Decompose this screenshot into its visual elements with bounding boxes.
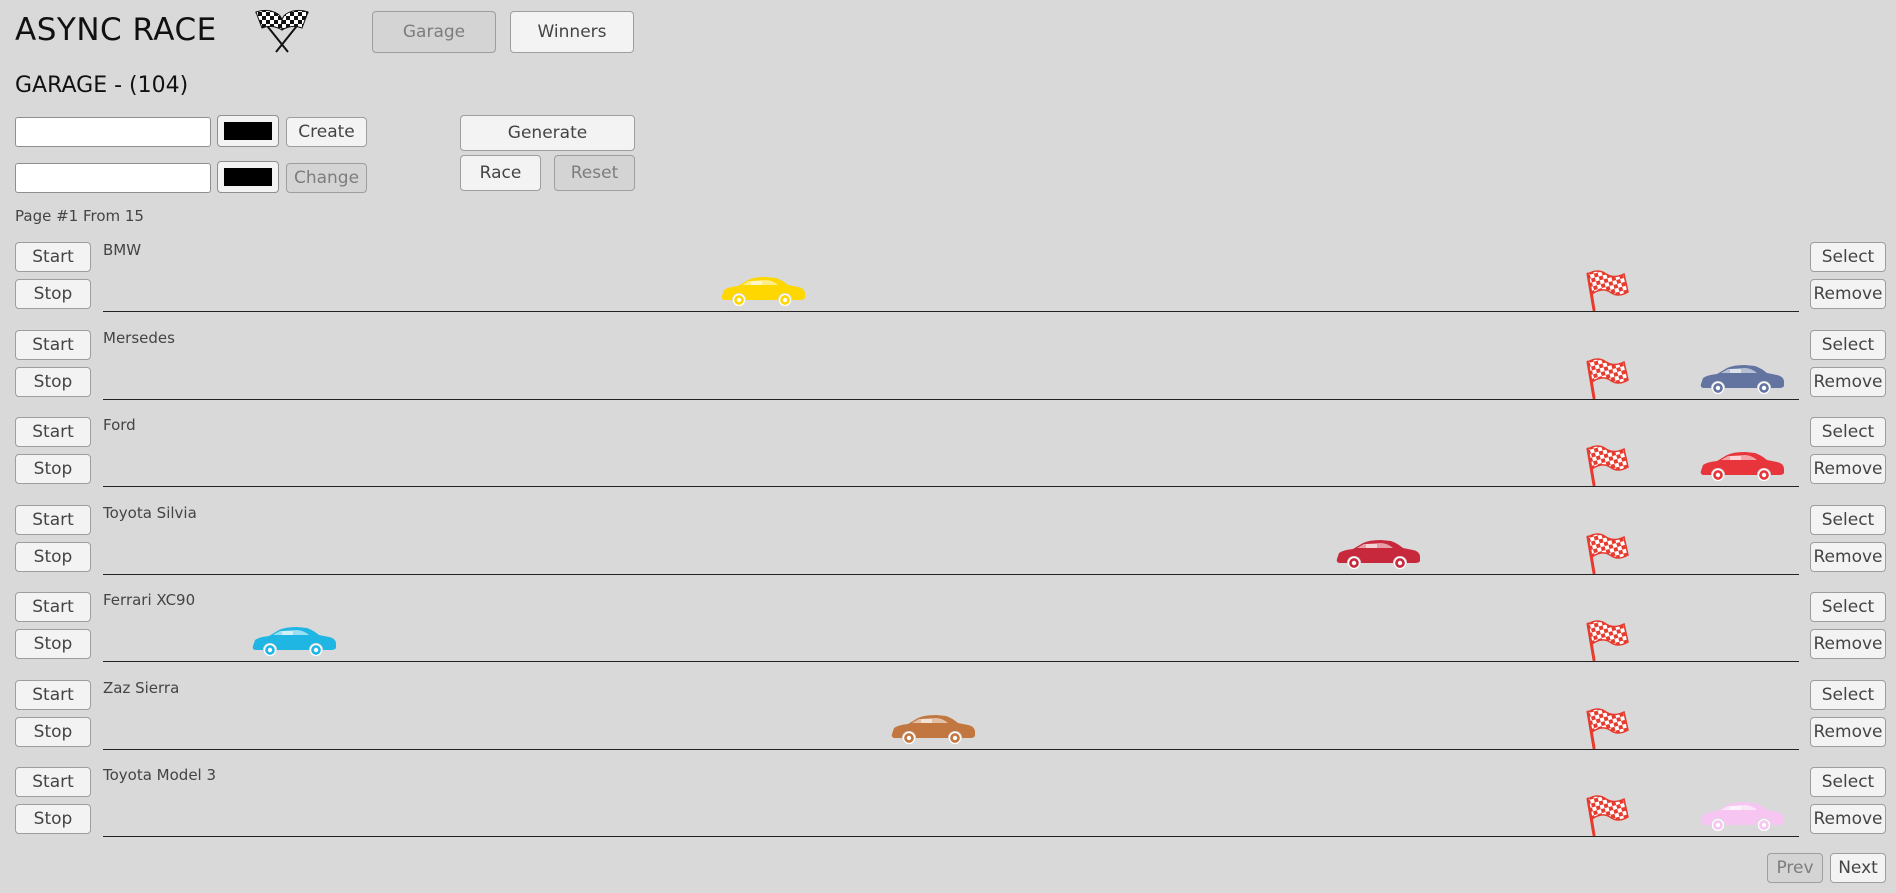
stop-button[interactable]: Stop (15, 454, 91, 484)
finish-flag-icon (1586, 795, 1629, 837)
update-color-picker[interactable] (217, 161, 279, 193)
car-name: Zaz Sierra (103, 679, 180, 697)
car-icon (891, 715, 975, 744)
select-button[interactable]: Select (1810, 330, 1886, 360)
car-icon (1700, 802, 1784, 831)
finish-flag-icon (1586, 533, 1629, 575)
car-row: Start Stop Select Remove Zaz Sierra (0, 679, 1896, 767)
remove-button[interactable]: Remove (1810, 542, 1886, 572)
track-line (103, 311, 1799, 312)
stop-button[interactable]: Stop (15, 279, 91, 309)
car-row: Start Stop Select Remove Ford (0, 416, 1896, 504)
checkered-flags-icon (255, 9, 309, 53)
track-line (103, 836, 1799, 837)
create-color-picker[interactable] (217, 115, 279, 147)
remove-button[interactable]: Remove (1810, 367, 1886, 397)
remove-button[interactable]: Remove (1810, 454, 1886, 484)
track-line (103, 399, 1799, 400)
remove-button[interactable]: Remove (1810, 804, 1886, 834)
remove-button[interactable]: Remove (1810, 717, 1886, 747)
car-name: Ferrari XC90 (103, 591, 196, 609)
start-button[interactable]: Start (15, 505, 91, 535)
app-title: ASYNC RACE (15, 12, 217, 48)
next-page-button[interactable]: Next (1830, 853, 1886, 883)
car-icon (1700, 365, 1784, 394)
start-button[interactable]: Start (15, 417, 91, 447)
create-color-swatch (224, 122, 272, 140)
select-button[interactable]: Select (1810, 680, 1886, 710)
prev-page-button[interactable]: Prev (1767, 853, 1823, 883)
start-button[interactable]: Start (15, 767, 91, 797)
finish-flag-icon (1586, 445, 1629, 487)
stop-button[interactable]: Stop (15, 804, 91, 834)
start-button[interactable]: Start (15, 592, 91, 622)
car-name: Toyota Model 3 (103, 766, 217, 784)
car-name: Mersedes (103, 329, 175, 347)
change-button[interactable]: Change (286, 163, 367, 193)
start-button[interactable]: Start (15, 330, 91, 360)
update-name-input[interactable] (15, 163, 211, 193)
car-icon (1700, 452, 1784, 481)
car-row: Start Stop Select Remove Mersedes (0, 329, 1896, 417)
select-button[interactable]: Select (1810, 505, 1886, 535)
start-button[interactable]: Start (15, 680, 91, 710)
generate-button[interactable]: Generate (460, 115, 635, 151)
stop-button[interactable]: Stop (15, 717, 91, 747)
car-icon (721, 277, 805, 306)
remove-button[interactable]: Remove (1810, 629, 1886, 659)
car-icon (1336, 540, 1420, 569)
car-row: Start Stop Select Remove BMW (0, 241, 1896, 329)
track-line (103, 574, 1799, 575)
car-name: BMW (103, 241, 142, 259)
track-line (103, 749, 1799, 750)
car-row: Start Stop Select Remove Toyota Silvia (0, 504, 1896, 592)
stop-button[interactable]: Stop (15, 367, 91, 397)
remove-button[interactable]: Remove (1810, 279, 1886, 309)
finish-flag-icon (1586, 708, 1629, 750)
garage-nav-button[interactable]: Garage (372, 11, 496, 53)
create-name-input[interactable] (15, 117, 211, 147)
car-row: Start Stop Select Remove Toyota Model 3 (0, 766, 1896, 854)
car-name: Toyota Silvia (103, 504, 197, 522)
finish-flag-icon (1586, 270, 1629, 312)
stop-button[interactable]: Stop (15, 629, 91, 659)
race-button[interactable]: Race (460, 155, 541, 191)
select-button[interactable]: Select (1810, 767, 1886, 797)
select-button[interactable]: Select (1810, 242, 1886, 272)
stop-button[interactable]: Stop (15, 542, 91, 572)
garage-heading: GARAGE - (104) (15, 73, 189, 98)
app-page: ASYNC RACE Garage Winners GARAGE - (104)… (0, 0, 1896, 893)
select-button[interactable]: Select (1810, 417, 1886, 447)
finish-flag-icon (1586, 620, 1629, 662)
create-button[interactable]: Create (286, 117, 367, 147)
reset-button[interactable]: Reset (554, 155, 635, 191)
page-info: Page #1 From 15 (15, 207, 144, 225)
winners-nav-button[interactable]: Winners (510, 11, 634, 53)
car-row: Start Stop Select Remove Ferrari XC90 (0, 591, 1896, 679)
update-color-swatch (224, 168, 272, 186)
track-line (103, 486, 1799, 487)
finish-flag-icon (1586, 358, 1629, 400)
track-line (103, 661, 1799, 662)
car-icon (252, 627, 336, 656)
car-name: Ford (103, 416, 136, 434)
start-button[interactable]: Start (15, 242, 91, 272)
select-button[interactable]: Select (1810, 592, 1886, 622)
